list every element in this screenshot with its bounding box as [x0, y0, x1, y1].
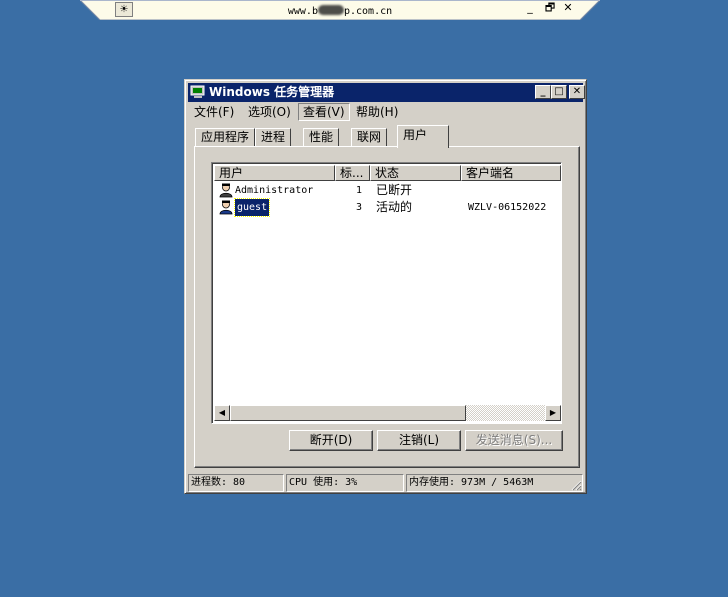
user-name: guest — [233, 198, 271, 217]
redaction-mark — [317, 5, 344, 15]
client-name: WZLV-06152022 — [468, 202, 547, 213]
table-row[interactable]: guest 3 活动的 WZLV-06152022 — [214, 198, 559, 217]
remote-minimize-button[interactable]: _ — [522, 2, 538, 16]
menu-file[interactable]: 文件(F) — [190, 103, 238, 121]
remote-restore-button[interactable]: 🗗 — [542, 2, 558, 16]
tab-processes[interactable]: 进程 — [255, 128, 292, 147]
user-icon — [219, 183, 233, 198]
user-icon — [219, 200, 233, 215]
scrollbar-thumb[interactable] — [230, 405, 466, 421]
list-header: 用户 标... 状态 客户端名 — [214, 165, 561, 181]
resize-grip-icon[interactable] — [570, 479, 582, 491]
column-header-user[interactable]: 用户 — [214, 165, 335, 181]
minimize-button[interactable]: _ — [535, 85, 551, 99]
remote-host-label: www.b p.com.cn — [240, 5, 440, 17]
session-status: 活动的 — [376, 200, 413, 214]
session-status: 已断开 — [376, 183, 413, 197]
menu-bar: 文件(F) 选项(O) 查看(V) 帮助(H) — [188, 102, 583, 122]
task-manager-icon — [190, 85, 205, 98]
horizontal-scrollbar[interactable]: ◀ ▶ — [214, 405, 561, 421]
scroll-left-icon[interactable]: ◀ — [214, 405, 230, 421]
tab-networking[interactable]: 联网 — [351, 128, 388, 147]
column-header-status[interactable]: 状态 — [370, 165, 461, 181]
column-header-client[interactable]: 客户端名 — [461, 165, 561, 181]
scroll-right-icon[interactable]: ▶ — [545, 405, 561, 421]
session-id: 1 — [355, 185, 362, 196]
table-row[interactable]: Administrator 1 已断开 — [214, 182, 559, 199]
status-processes: 进程数: 80 — [188, 474, 284, 492]
column-header-id[interactable]: 标... — [335, 165, 370, 181]
user-name: Administrator — [235, 185, 314, 196]
maximize-button[interactable]: □ — [551, 85, 567, 99]
close-button[interactable]: ✕ — [569, 85, 585, 99]
session-id: 3 — [355, 202, 362, 213]
tab-users[interactable]: 用户 — [397, 125, 449, 148]
remote-close-button[interactable]: ✕ — [560, 2, 576, 16]
send-message-button[interactable]: 发送消息(S)... — [465, 430, 563, 451]
title-bar[interactable]: Windows 任务管理器 _ □ ✕ — [188, 83, 585, 102]
users-list[interactable]: 用户 标... 状态 客户端名 Administrator 1 已断开 gues… — [211, 162, 562, 424]
scrollbar-track[interactable] — [466, 405, 545, 421]
status-bar: 进程数: 80 CPU 使用: 3% 内存使用: 973M / 5463M — [188, 474, 583, 492]
remote-host-suffix: p.com.cn — [343, 6, 393, 17]
menu-view[interactable]: 查看(V) — [298, 103, 350, 121]
task-manager-window: Windows 任务管理器 _ □ ✕ 文件(F) 选项(O) 查看(V) 帮助… — [184, 79, 587, 494]
logoff-button[interactable]: 注销(L) — [377, 430, 461, 451]
window-title: Windows 任务管理器 — [209, 85, 335, 99]
remote-host-prefix: www.b — [287, 6, 318, 17]
disconnect-button[interactable]: 断开(D) — [289, 430, 373, 451]
status-memory: 内存使用: 973M / 5463M — [406, 474, 583, 492]
menu-options[interactable]: 选项(O) — [244, 103, 295, 121]
tab-performance[interactable]: 性能 — [303, 128, 340, 147]
pushpin-icon[interactable]: ☀ — [115, 2, 133, 17]
status-cpu: CPU 使用: 3% — [286, 474, 404, 492]
tab-applications[interactable]: 应用程序 — [195, 128, 256, 147]
menu-help[interactable]: 帮助(H) — [352, 103, 402, 121]
remote-desktop-bar: ☀ www.b p.com.cn _ 🗗 ✕ — [80, 0, 600, 20]
